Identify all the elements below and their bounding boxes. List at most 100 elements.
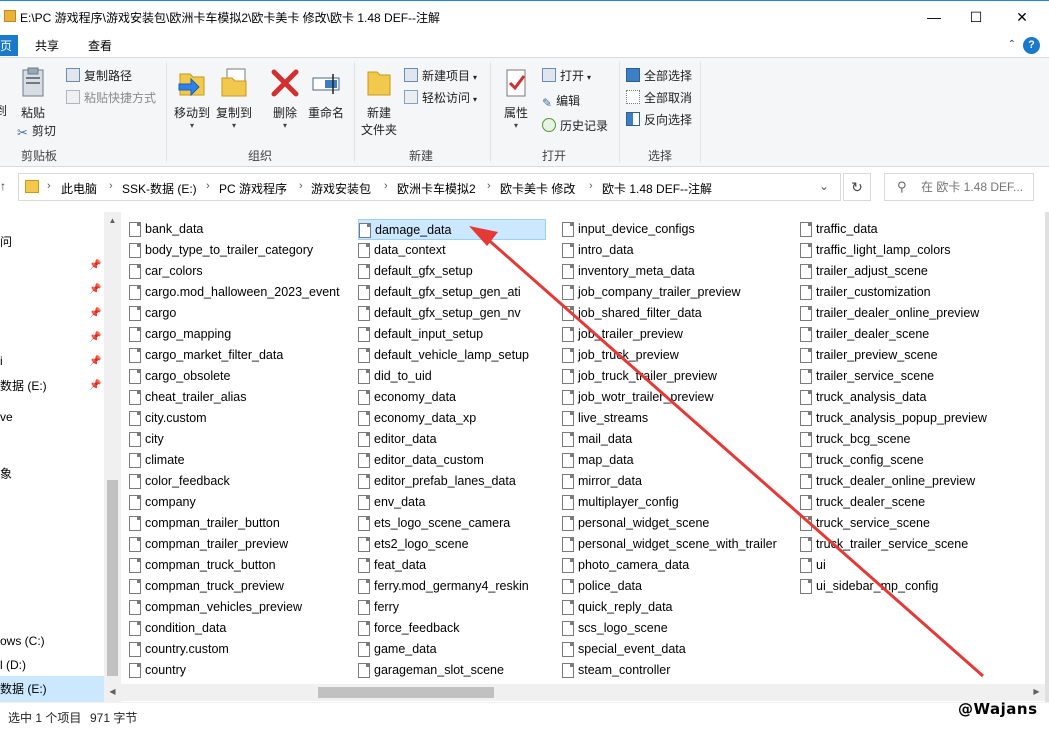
horizontal-scroll-thumb[interactable] <box>318 687 494 698</box>
file-item[interactable]: default_vehicle_lamp_setup <box>358 345 546 366</box>
file-item[interactable]: truck_analysis_popup_preview <box>800 408 1040 429</box>
breadcrumb-current[interactable]: 欧卡 1.48 DEF--注解 <box>602 180 712 197</box>
pin-to-quick-access-button[interactable]: 到 <box>0 102 8 119</box>
paste-button[interactable]: 粘贴 <box>16 66 50 121</box>
file-item[interactable]: job_shared_filter_data <box>562 303 792 324</box>
file-item[interactable]: steam_controller <box>562 660 792 681</box>
file-item[interactable]: did_to_uid <box>358 366 546 387</box>
cut-button[interactable]: ✂ 剪切 <box>17 122 56 140</box>
nav-item[interactable]: i <box>0 354 3 368</box>
file-item[interactable]: game_data <box>358 639 546 660</box>
refresh-icon[interactable]: ↻ <box>843 173 871 201</box>
file-item[interactable]: ferry <box>358 597 546 618</box>
tab-share[interactable]: 共享 <box>35 37 59 54</box>
file-item[interactable]: ets_logo_scene_camera <box>358 513 546 534</box>
file-item[interactable]: special_event_data <box>562 639 792 660</box>
file-item[interactable]: ui_sidebar_mp_config <box>800 576 1040 597</box>
file-item[interactable]: trailer_preview_scene <box>800 345 1040 366</box>
file-item[interactable]: ui <box>800 555 1040 576</box>
history-button[interactable]: 历史记录 <box>542 117 608 134</box>
new-item-button[interactable]: 新建项目 ▾ <box>404 67 477 84</box>
file-item[interactable]: cheat_trailer_alias <box>129 387 353 408</box>
file-item[interactable]: job_trailer_preview <box>562 324 792 345</box>
file-item[interactable]: truck_config_scene <box>800 450 1040 471</box>
file-item[interactable]: truck_dealer_scene <box>800 492 1040 513</box>
file-item[interactable]: cargo <box>129 303 353 324</box>
file-item[interactable]: feat_data <box>358 555 546 576</box>
file-item[interactable]: truck_bcg_scene <box>800 429 1040 450</box>
file-item-selected[interactable]: damage_data <box>358 219 546 240</box>
new-folder-button[interactable]: 新建 文件夹 <box>360 66 398 138</box>
nav-item-drive-e-selected[interactable]: 数据 (E:) <box>0 676 104 702</box>
scroll-right-arrow-icon[interactable]: ▶ <box>1028 687 1045 696</box>
breadcrumb-this-pc[interactable]: 此电脑 <box>61 180 97 197</box>
file-item[interactable]: country <box>129 660 353 681</box>
file-item[interactable]: compman_trailer_button <box>129 513 353 534</box>
chevron-down-icon[interactable]: ⌄ <box>819 179 829 193</box>
file-item[interactable]: data_context <box>358 240 546 261</box>
right-scrollbar[interactable] <box>1045 212 1049 702</box>
file-item[interactable]: default_input_setup <box>358 324 546 345</box>
nav-item-drive-c[interactable]: ows (C:) <box>0 634 45 648</box>
delete-button[interactable]: 删除 ▾ <box>268 66 302 130</box>
file-item[interactable]: compman_truck_preview <box>129 576 353 597</box>
file-item[interactable]: car_colors <box>129 261 353 282</box>
file-item[interactable]: trailer_customization <box>800 282 1040 303</box>
help-icon[interactable]: ? <box>1023 37 1040 54</box>
file-item[interactable]: quick_reply_data <box>562 597 792 618</box>
file-item[interactable]: color_feedback <box>129 471 353 492</box>
close-button[interactable]: ✕ <box>999 1 1045 33</box>
file-item[interactable]: photo_camera_data <box>562 555 792 576</box>
file-item[interactable]: job_truck_trailer_preview <box>562 366 792 387</box>
file-item[interactable]: default_gfx_setup_gen_nv <box>358 303 546 324</box>
file-item[interactable]: trailer_dealer_online_preview <box>800 303 1040 324</box>
invert-selection-button[interactable]: 反向选择 <box>626 111 692 128</box>
breadcrumb-ets2[interactable]: 欧洲卡车模拟2 <box>397 180 476 197</box>
file-item[interactable]: trailer_adjust_scene <box>800 261 1040 282</box>
up-arrow-icon[interactable]: ↑ <box>0 179 6 193</box>
rename-button[interactable]: 重命名 <box>306 66 346 121</box>
copy-to-button[interactable]: 复制到 ▾ <box>214 66 254 130</box>
file-item[interactable]: climate <box>129 450 353 471</box>
file-item[interactable]: cargo_market_filter_data <box>129 345 353 366</box>
scroll-up-arrow-icon[interactable]: ▲ <box>104 216 121 225</box>
nav-item[interactable]: 问 <box>0 233 12 250</box>
file-item[interactable]: cargo_mapping <box>129 324 353 345</box>
file-item[interactable]: garageman_slot_scene <box>358 660 546 681</box>
file-item[interactable]: country.custom <box>129 639 353 660</box>
file-item[interactable]: job_truck_preview <box>562 345 792 366</box>
file-item[interactable]: economy_data_xp <box>358 408 546 429</box>
file-item[interactable]: police_data <box>562 576 792 597</box>
file-item[interactable]: live_streams <box>562 408 792 429</box>
file-item[interactable]: job_company_trailer_preview <box>562 282 792 303</box>
file-item[interactable]: default_gfx_setup <box>358 261 546 282</box>
file-item[interactable]: compman_truck_button <box>129 555 353 576</box>
file-item[interactable]: cargo.mod_halloween_2023_event <box>129 282 353 303</box>
breadcrumb-mods[interactable]: 欧卡美卡 修改 <box>500 180 575 197</box>
file-item[interactable]: truck_service_scene <box>800 513 1040 534</box>
tab-home[interactable]: 页 <box>0 35 19 56</box>
edit-button[interactable]: ✎ 编辑 <box>542 92 580 110</box>
file-item[interactable]: city.custom <box>129 408 353 429</box>
file-item[interactable]: editor_data_custom <box>358 450 546 471</box>
file-item[interactable]: trailer_dealer_scene <box>800 324 1040 345</box>
file-item[interactable]: truck_analysis_data <box>800 387 1040 408</box>
file-item[interactable]: job_wotr_trailer_preview <box>562 387 792 408</box>
nav-item-drive-e[interactable]: 数据 (E:) <box>0 377 47 394</box>
file-item[interactable]: trailer_service_scene <box>800 366 1040 387</box>
file-item[interactable]: env_data <box>358 492 546 513</box>
move-to-button[interactable]: 移动到 ▾ <box>172 66 212 130</box>
scroll-thumb[interactable] <box>107 480 118 676</box>
nav-item[interactable]: ve <box>0 410 13 424</box>
file-item[interactable]: inventory_meta_data <box>562 261 792 282</box>
nav-scrollbar[interactable]: ▲ ▼ <box>104 212 121 702</box>
file-item[interactable]: compman_trailer_preview <box>129 534 353 555</box>
search-box[interactable]: ⚲ <box>884 173 1034 201</box>
file-item[interactable]: mirror_data <box>562 471 792 492</box>
file-item[interactable]: truck_dealer_online_preview <box>800 471 1040 492</box>
file-item[interactable]: scs_logo_scene <box>562 618 792 639</box>
scroll-left-arrow-icon[interactable]: ◀ <box>104 687 121 696</box>
nav-item-drive-d[interactable]: l (D:) <box>0 658 26 672</box>
search-input[interactable] <box>921 178 1029 196</box>
file-item[interactable]: ets2_logo_scene <box>358 534 546 555</box>
